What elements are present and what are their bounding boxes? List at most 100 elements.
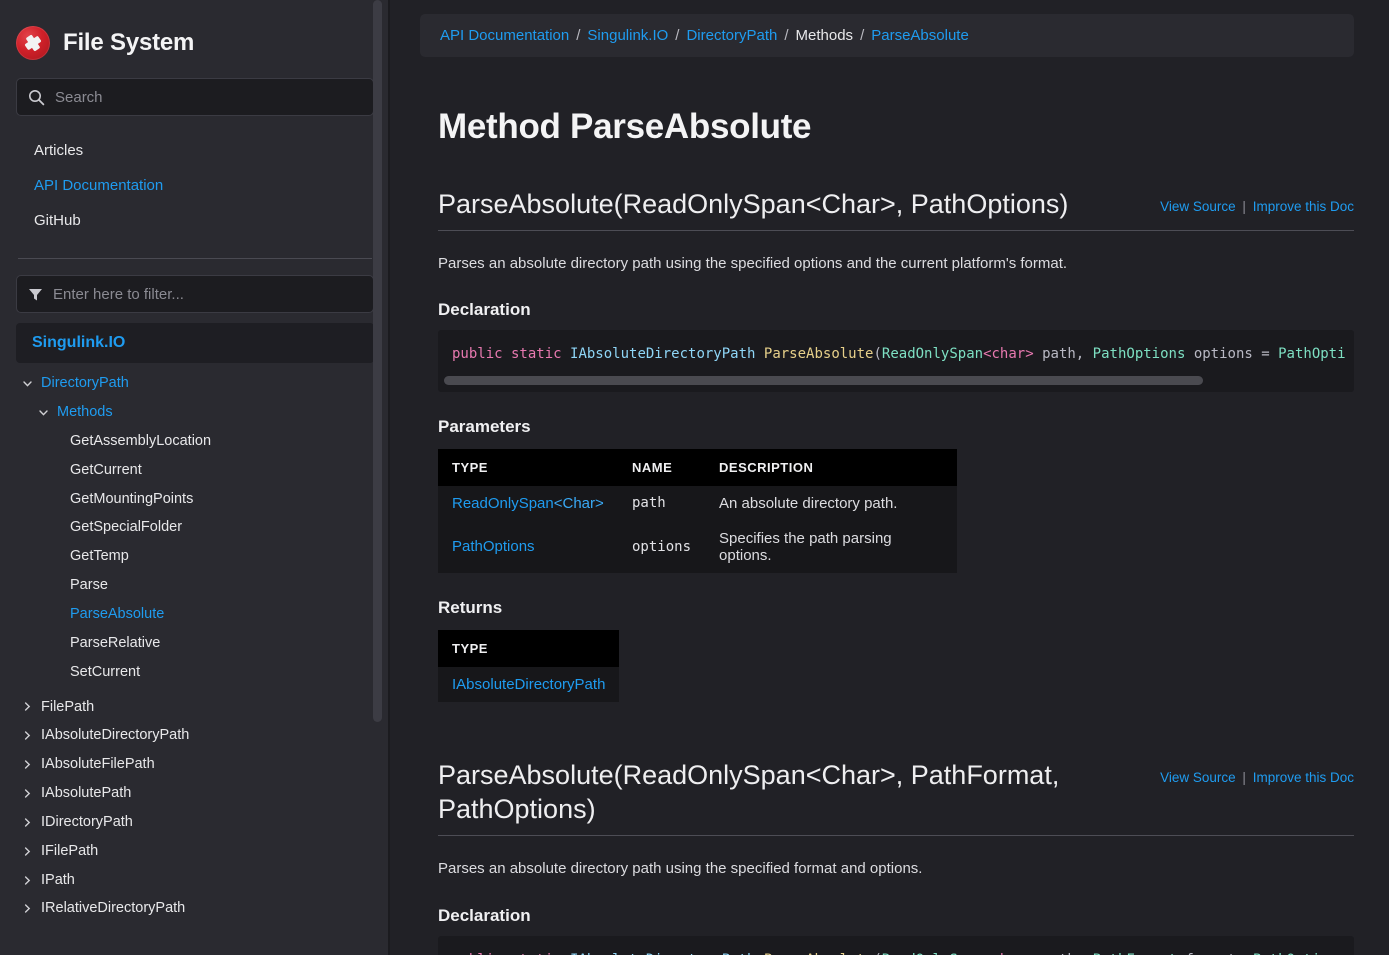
tree-item-parserelative[interactable]: ParseRelative xyxy=(16,629,374,658)
breadcrumb-item-methods: Methods xyxy=(795,27,854,44)
search-box[interactable] xyxy=(16,78,374,116)
chevron-right-icon[interactable] xyxy=(22,759,33,770)
filter-input[interactable] xyxy=(53,285,362,303)
tree-label[interactable]: Parse xyxy=(70,576,108,595)
code-return-type: IAbsoluteDirectoryPath xyxy=(570,346,756,363)
cell-description: Specifies the path parsing options. xyxy=(705,520,958,573)
type-link[interactable]: IAbsoluteDirectoryPath xyxy=(452,676,605,693)
code-line: public static IAbsoluteDirectoryPath Par… xyxy=(438,951,1354,955)
returns-table: TYPE IAbsoluteDirectoryPath xyxy=(438,629,620,702)
tree-item-directorypath[interactable]: DirectoryPath xyxy=(16,369,374,398)
nav-item-github[interactable]: GitHub xyxy=(16,204,374,239)
code-keyword: public static xyxy=(452,346,562,363)
tree-item-iabsolutedirectorypath[interactable]: IAbsoluteDirectoryPath xyxy=(16,721,374,750)
breadcrumb-item-parseabsolute[interactable]: ParseAbsolute xyxy=(871,27,969,44)
namespace-link[interactable]: Singulink.IO xyxy=(32,334,125,351)
type-link[interactable]: ReadOnlySpan<Char> xyxy=(452,495,604,512)
main-nav: Articles API Documentation GitHub xyxy=(16,120,374,248)
sidebar-scrollbar[interactable] xyxy=(373,0,382,955)
tree-label[interactable]: IRelativeDirectoryPath xyxy=(41,899,185,918)
tree-item-ifilepath[interactable]: IFilePath xyxy=(16,837,374,866)
code-generic-type: char xyxy=(991,346,1026,363)
view-source-link[interactable]: View Source xyxy=(1160,770,1236,785)
tree-item-getcurrent[interactable]: GetCurrent xyxy=(16,456,374,485)
tree-label[interactable]: GetAssemblyLocation xyxy=(70,432,211,451)
tree-label[interactable]: IAbsoluteDirectoryPath xyxy=(41,726,189,745)
chevron-right-icon[interactable] xyxy=(22,788,33,799)
tree-item-irelativedirectorypath[interactable]: IRelativeDirectoryPath xyxy=(16,894,374,923)
filter-box[interactable] xyxy=(16,275,374,314)
code-scrollbar[interactable] xyxy=(438,375,1354,392)
tree-label[interactable]: IPath xyxy=(41,871,75,890)
tree-label[interactable]: ParseAbsolute xyxy=(70,605,164,624)
tree-label[interactable]: IAbsoluteFilePath xyxy=(41,755,155,774)
code-type-3: PathOptions xyxy=(1253,952,1346,955)
code-scrollbar-thumb[interactable] xyxy=(444,375,1204,385)
type-name: ReadOnlySpan xyxy=(452,494,554,512)
tree-label[interactable]: IAbsolutePath xyxy=(41,784,131,803)
breadcrumb-item-api-documentation[interactable]: API Documentation xyxy=(440,27,569,44)
method-signature-heading: ParseAbsolute(ReadOnlySpan<Char>, PathOp… xyxy=(438,189,1069,219)
declaration-code-block[interactable]: public static IAbsoluteDirectoryPath Par… xyxy=(438,330,1354,392)
tree-item-getspecialfolder[interactable]: GetSpecialFolder xyxy=(16,513,374,542)
tree-label[interactable]: Methods xyxy=(57,403,113,422)
code-generic-open: < xyxy=(983,952,991,955)
type-link[interactable]: PathOptions xyxy=(452,538,535,555)
tree-label[interactable]: GetCurrent xyxy=(70,461,142,480)
tree-label[interactable]: GetMountingPoints xyxy=(70,490,193,509)
tree-item-ipath[interactable]: IPath xyxy=(16,866,374,895)
chevron-down-icon[interactable] xyxy=(22,378,33,389)
tree-item-getmountingpoints[interactable]: GetMountingPoints xyxy=(16,485,374,514)
returns-heading: Returns xyxy=(438,597,503,617)
breadcrumb: API Documentation / Singulink.IO / Direc… xyxy=(420,14,1354,57)
breadcrumb-separator: / xyxy=(860,27,865,44)
chevron-right-icon[interactable] xyxy=(22,701,33,712)
tree-item-filepath[interactable]: FilePath xyxy=(16,687,374,722)
view-source-link[interactable]: View Source xyxy=(1160,199,1236,214)
api-tree: DirectoryPath Methods GetAssemblyLocatio… xyxy=(16,369,374,943)
namespace-header[interactable]: Singulink.IO xyxy=(16,323,374,364)
chevron-down-icon[interactable] xyxy=(38,407,49,418)
search-input[interactable] xyxy=(55,88,362,106)
breadcrumb-item-directorypath[interactable]: DirectoryPath xyxy=(686,27,777,44)
improve-doc-link[interactable]: Improve this Doc xyxy=(1253,770,1354,785)
chevron-right-icon[interactable] xyxy=(22,903,33,914)
improve-doc-link[interactable]: Improve this Doc xyxy=(1253,199,1354,214)
code-paren: ( xyxy=(873,952,881,955)
nav-item-articles[interactable]: Articles xyxy=(16,134,374,169)
tree-item-getassemblylocation[interactable]: GetAssemblyLocation xyxy=(16,427,374,456)
tree-item-gettemp[interactable]: GetTemp xyxy=(16,542,374,571)
tree-label[interactable]: FilePath xyxy=(41,698,94,717)
tree-item-parse[interactable]: Parse xyxy=(16,571,374,600)
tree-item-methods[interactable]: Methods xyxy=(16,398,374,427)
tree-label[interactable]: IFilePath xyxy=(41,842,98,861)
declaration-code-block[interactable]: public static IAbsoluteDirectoryPath Par… xyxy=(438,935,1354,955)
column-header-type: TYPE xyxy=(438,448,618,486)
table-header-row: TYPE NAME DESCRIPTION xyxy=(438,448,958,486)
tree-item-idirectorypath[interactable]: IDirectoryPath xyxy=(16,808,374,837)
breadcrumb-item-singulink-io[interactable]: Singulink.IO xyxy=(587,27,668,44)
tree-label[interactable]: GetTemp xyxy=(70,547,129,566)
chevron-right-icon[interactable] xyxy=(22,875,33,886)
tree-label[interactable]: IDirectoryPath xyxy=(41,813,133,832)
tree-label[interactable]: SetCurrent xyxy=(70,663,140,682)
chevron-right-icon[interactable] xyxy=(22,730,33,741)
sidebar: File System Articles API Documentation G… xyxy=(0,0,390,955)
tree-item-setcurrent[interactable]: SetCurrent xyxy=(16,658,374,687)
method-summary: Parses an absolute directory path using … xyxy=(438,860,923,878)
chevron-right-icon[interactable] xyxy=(22,817,33,828)
tree-label[interactable]: GetSpecialFolder xyxy=(70,518,182,537)
sidebar-scrollbar-thumb[interactable] xyxy=(373,0,382,722)
tree-item-parseabsolute[interactable]: ParseAbsolute xyxy=(16,600,374,629)
tree-item-iabsolutefilepath[interactable]: IAbsoluteFilePath xyxy=(16,750,374,779)
tree-label[interactable]: DirectoryPath xyxy=(41,374,129,393)
tree-item-iabsolutepath[interactable]: IAbsolutePath xyxy=(16,779,374,808)
breadcrumb-separator: / xyxy=(675,27,680,44)
code-generic-close: > xyxy=(1025,346,1034,363)
chevron-right-icon[interactable] xyxy=(22,846,33,857)
nav-item-api-documentation[interactable]: API Documentation xyxy=(16,169,374,204)
brand[interactable]: File System xyxy=(16,0,374,78)
tree-label[interactable]: ParseRelative xyxy=(70,634,160,653)
